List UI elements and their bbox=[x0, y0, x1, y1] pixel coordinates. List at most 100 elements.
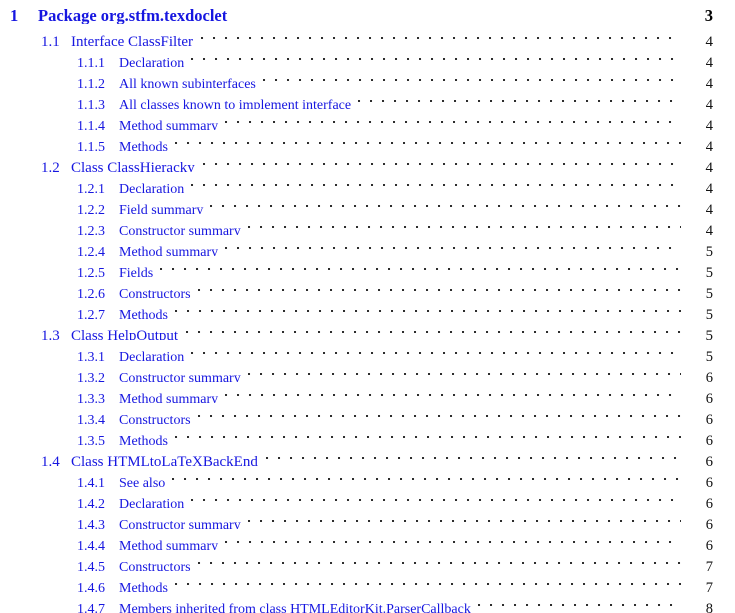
toc-entry-label[interactable]: Interface ClassFilter bbox=[71, 32, 199, 46]
toc-entry-number: 1.4.3 bbox=[77, 518, 105, 529]
toc-entry-label[interactable]: Methods bbox=[119, 431, 173, 445]
toc-entry[interactable]: 1.1.2 All known subinterfaces 4 bbox=[0, 67, 735, 88]
toc-entry-page-number: 4 bbox=[705, 181, 713, 193]
toc-entry-label[interactable]: Declaration bbox=[119, 179, 189, 193]
dot-leader bbox=[265, 445, 681, 466]
toc-entry-number: 1.2.2 bbox=[77, 203, 105, 214]
toc-entry-label[interactable]: See also bbox=[119, 473, 170, 487]
toc-entry[interactable]: 1.4.5 Constructors 7 bbox=[0, 550, 735, 571]
dot-leader bbox=[197, 277, 681, 298]
toc-entry-label[interactable]: Constructor summary bbox=[119, 221, 246, 235]
dot-leader bbox=[247, 214, 681, 235]
toc-entry-page-number: 6 bbox=[705, 391, 713, 403]
toc-entry-label[interactable]: Package org.stfm.texdoclet bbox=[38, 4, 233, 24]
toc-entry-label[interactable]: Constructors bbox=[119, 410, 196, 424]
toc-entry[interactable]: 1.3.1 Declaration 5 bbox=[0, 340, 735, 361]
toc-entry[interactable]: 1.3 Class HelpOutput 5 bbox=[0, 319, 735, 340]
dot-leader bbox=[225, 109, 681, 130]
toc-entry-number: 1.3.5 bbox=[77, 434, 105, 445]
toc-entry[interactable]: 1 Package org.stfm.texdoclet 3 bbox=[0, 0, 735, 24]
toc-entry-page-number: 4 bbox=[705, 76, 713, 88]
toc-entry[interactable]: 1.4 Class HTMLtoLaTeXBackEnd 6 bbox=[0, 445, 735, 466]
dot-leader bbox=[225, 529, 681, 550]
toc-entry-label[interactable]: All classes known to implement interface bbox=[119, 95, 356, 109]
toc-entry-label[interactable]: All known subinterfaces bbox=[119, 74, 261, 88]
toc-entry-label[interactable]: Declaration bbox=[119, 494, 189, 508]
toc-entry-label[interactable]: Constructors bbox=[119, 557, 196, 571]
toc-entry-label[interactable]: Method summary bbox=[119, 536, 223, 550]
toc-entry-label[interactable]: Class HelpOutput bbox=[71, 326, 184, 340]
toc-entry[interactable]: 1.3.2 Constructor summary 6 bbox=[0, 361, 735, 382]
toc-entry[interactable]: 1.4.6 Methods 7 bbox=[0, 571, 735, 592]
toc-entry[interactable]: 1.2.5 Fields 5 bbox=[0, 256, 735, 277]
toc-entry-label[interactable]: Class HTMLtoLaTeXBackEnd bbox=[71, 452, 264, 466]
dot-leader bbox=[191, 487, 681, 508]
toc-entry-page-number: 6 bbox=[705, 496, 713, 508]
toc-entry-number: 1.2 bbox=[41, 160, 60, 172]
toc-entry-label[interactable]: Method summary bbox=[119, 389, 223, 403]
toc-entry-number: 1.2.5 bbox=[77, 266, 105, 277]
toc-entry-number: 1.2.6 bbox=[77, 287, 105, 298]
toc-entry-label[interactable]: Methods bbox=[119, 137, 173, 151]
dot-leader bbox=[477, 592, 681, 613]
toc-entry-label[interactable]: Members inherited from class HTMLEditorK… bbox=[119, 599, 476, 613]
toc-entry[interactable]: 1.2.1 Declaration 4 bbox=[0, 172, 735, 193]
toc-entry-page-number: 4 bbox=[705, 97, 713, 109]
toc-entry-label[interactable]: Methods bbox=[119, 305, 173, 319]
toc-entry-label[interactable]: Methods bbox=[119, 578, 173, 592]
toc-entry[interactable]: 1.3.3 Method summary 6 bbox=[0, 382, 735, 403]
toc-entry-label[interactable]: Constructor summary bbox=[119, 515, 246, 529]
toc-entry[interactable]: 1.3.4 Constructors 6 bbox=[0, 403, 735, 424]
toc-entry-label[interactable]: Constructors bbox=[119, 284, 196, 298]
toc-entry[interactable]: 1.2.4 Method summary 5 bbox=[0, 235, 735, 256]
toc-entry[interactable]: 1.4.4 Method summary 6 bbox=[0, 529, 735, 550]
toc-entry-label[interactable]: Declaration bbox=[119, 53, 189, 67]
toc-entry[interactable]: 1.2.2 Field summary 4 bbox=[0, 193, 735, 214]
toc-entry[interactable]: 1.1.3 All classes known to implement inte… bbox=[0, 88, 735, 109]
toc-entry[interactable]: 1.3.5 Methods 6 bbox=[0, 424, 735, 445]
toc-entry[interactable]: 1.2.3 Constructor summary 4 bbox=[0, 214, 735, 235]
toc-entry-page-number: 4 bbox=[705, 139, 713, 151]
dot-leader bbox=[247, 508, 681, 529]
toc-entry-number: 1.4.4 bbox=[77, 539, 105, 550]
toc-entry-number: 1.1.5 bbox=[77, 140, 105, 151]
dot-leader bbox=[186, 319, 681, 340]
dot-leader bbox=[175, 130, 681, 151]
toc-entry-page-number: 5 bbox=[705, 265, 713, 277]
toc-entry-label[interactable]: Declaration bbox=[119, 347, 189, 361]
toc-entry[interactable]: 1.4.7 Members inherited from class HTMLEd… bbox=[0, 592, 735, 613]
toc-entry-page-number: 4 bbox=[705, 34, 714, 46]
toc-entry[interactable]: 1.4.3 Constructor summary 6 bbox=[0, 508, 735, 529]
dot-leader bbox=[160, 256, 681, 277]
toc-entry-page-number: 3 bbox=[704, 6, 713, 24]
toc-entry-number: 1.1.2 bbox=[77, 77, 105, 88]
toc-entry[interactable]: 1.2 Class ClassHieracky 4 bbox=[0, 151, 735, 172]
toc-entry-label[interactable]: Class ClassHieracky bbox=[71, 158, 201, 172]
toc-entry-number: 1.2.1 bbox=[77, 182, 105, 193]
toc-entry-number: 1.2.4 bbox=[77, 245, 105, 256]
toc-entry-label[interactable]: Constructor summary bbox=[119, 368, 246, 382]
toc-entry[interactable]: 1.1 Interface ClassFilter 4 bbox=[0, 25, 735, 46]
toc-entry[interactable]: 1.1.1 Declaration 4 bbox=[0, 46, 735, 67]
toc-entry[interactable]: 1.2.7 Methods 5 bbox=[0, 298, 735, 319]
toc-entry-label[interactable]: Fields bbox=[119, 263, 158, 277]
toc-entry-page-number: 4 bbox=[705, 55, 713, 67]
dot-leader bbox=[247, 361, 681, 382]
toc-entry-label[interactable]: Method summary bbox=[119, 116, 223, 130]
toc-entry-number: 1.4.1 bbox=[77, 476, 105, 487]
toc-entry[interactable]: 1.4.2 Declaration 6 bbox=[0, 487, 735, 508]
toc-entry-label[interactable]: Field summary bbox=[119, 200, 208, 214]
toc-entry-number: 1.4 bbox=[41, 454, 60, 466]
dot-leader bbox=[175, 424, 681, 445]
toc-entry-number: 1.4.7 bbox=[77, 602, 105, 613]
toc-entry[interactable]: 1.1.4 Method summary 4 bbox=[0, 109, 735, 130]
toc-entry-label[interactable]: Method summary bbox=[119, 242, 223, 256]
toc-entry-number: 1.4.2 bbox=[77, 497, 105, 508]
toc-entry-number: 1.3.3 bbox=[77, 392, 105, 403]
toc-entry[interactable]: 1.4.1 See also 6 bbox=[0, 466, 735, 487]
toc-entry[interactable]: 1.2.6 Constructors 5 bbox=[0, 277, 735, 298]
toc-entry-page-number: 4 bbox=[705, 160, 714, 172]
toc-entry[interactable]: 1.1.5 Methods 4 bbox=[0, 130, 735, 151]
table-of-contents: 1 Package org.stfm.texdoclet 3 1.1 Interface… bbox=[0, 0, 735, 613]
dot-leader bbox=[172, 466, 681, 487]
